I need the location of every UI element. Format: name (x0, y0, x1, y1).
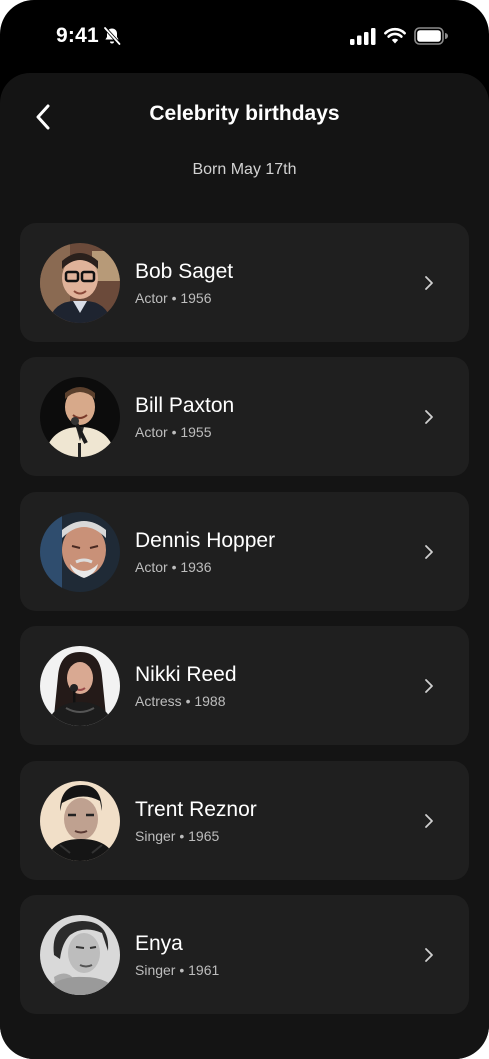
status-bar: 9:41 (0, 0, 489, 72)
status-time: 9:41 (56, 24, 99, 47)
avatar (40, 646, 120, 726)
celebrity-name: Nikki Reed (135, 663, 237, 686)
celebrity-meta: Actor • 1955 (135, 424, 212, 440)
celebrity-row-enya[interactable]: Enya Singer • 1961 (20, 895, 469, 1014)
chevron-right-icon (425, 276, 433, 290)
battery-icon (414, 27, 448, 45)
wifi-icon (384, 28, 406, 44)
celebrity-meta: Actor • 1956 (135, 290, 212, 306)
avatar (40, 243, 120, 323)
celebrity-meta: Actor • 1936 (135, 559, 212, 575)
celebrity-meta: Singer • 1965 (135, 828, 220, 844)
chevron-right-icon (425, 679, 433, 693)
chevron-right-icon (425, 545, 433, 559)
avatar (40, 781, 120, 861)
celebrity-name: Bob Saget (135, 260, 234, 283)
celebrity-row-nikki-reed[interactable]: Nikki Reed Actress • 1988 (20, 626, 469, 745)
bell-off-icon (103, 26, 121, 46)
celebrity-name: Dennis Hopper (135, 529, 276, 552)
page-title: Celebrity birthdays (149, 102, 340, 125)
celebrity-meta: Actress • 1988 (135, 693, 226, 709)
phone-screen: 9:41 Celebrity birthdays Born May 17th B… (0, 0, 489, 1059)
avatar (40, 512, 120, 592)
chevron-right-icon (425, 410, 433, 424)
avatar (40, 915, 120, 995)
celebrity-row-trent-reznor[interactable]: Trent Reznor Singer • 1965 (20, 761, 469, 880)
signal-icon (350, 28, 376, 45)
celebrity-row-bill-paxton[interactable]: Bill Paxton Actor • 1955 (20, 357, 469, 476)
celebrity-name: Trent Reznor (135, 798, 257, 821)
avatar (40, 377, 120, 457)
celebrity-row-dennis-hopper[interactable]: Dennis Hopper Actor • 1936 (20, 492, 469, 611)
celebrity-name: Bill Paxton (135, 394, 235, 417)
celebrity-meta: Singer • 1961 (135, 962, 220, 978)
celebrity-name: Enya (135, 932, 183, 955)
chevron-right-icon (425, 814, 433, 828)
page-subtitle: Born May 17th (192, 161, 297, 178)
chevron-right-icon (425, 948, 433, 962)
celebrity-row-bob-saget[interactable]: Bob Saget Actor • 1956 (20, 223, 469, 342)
